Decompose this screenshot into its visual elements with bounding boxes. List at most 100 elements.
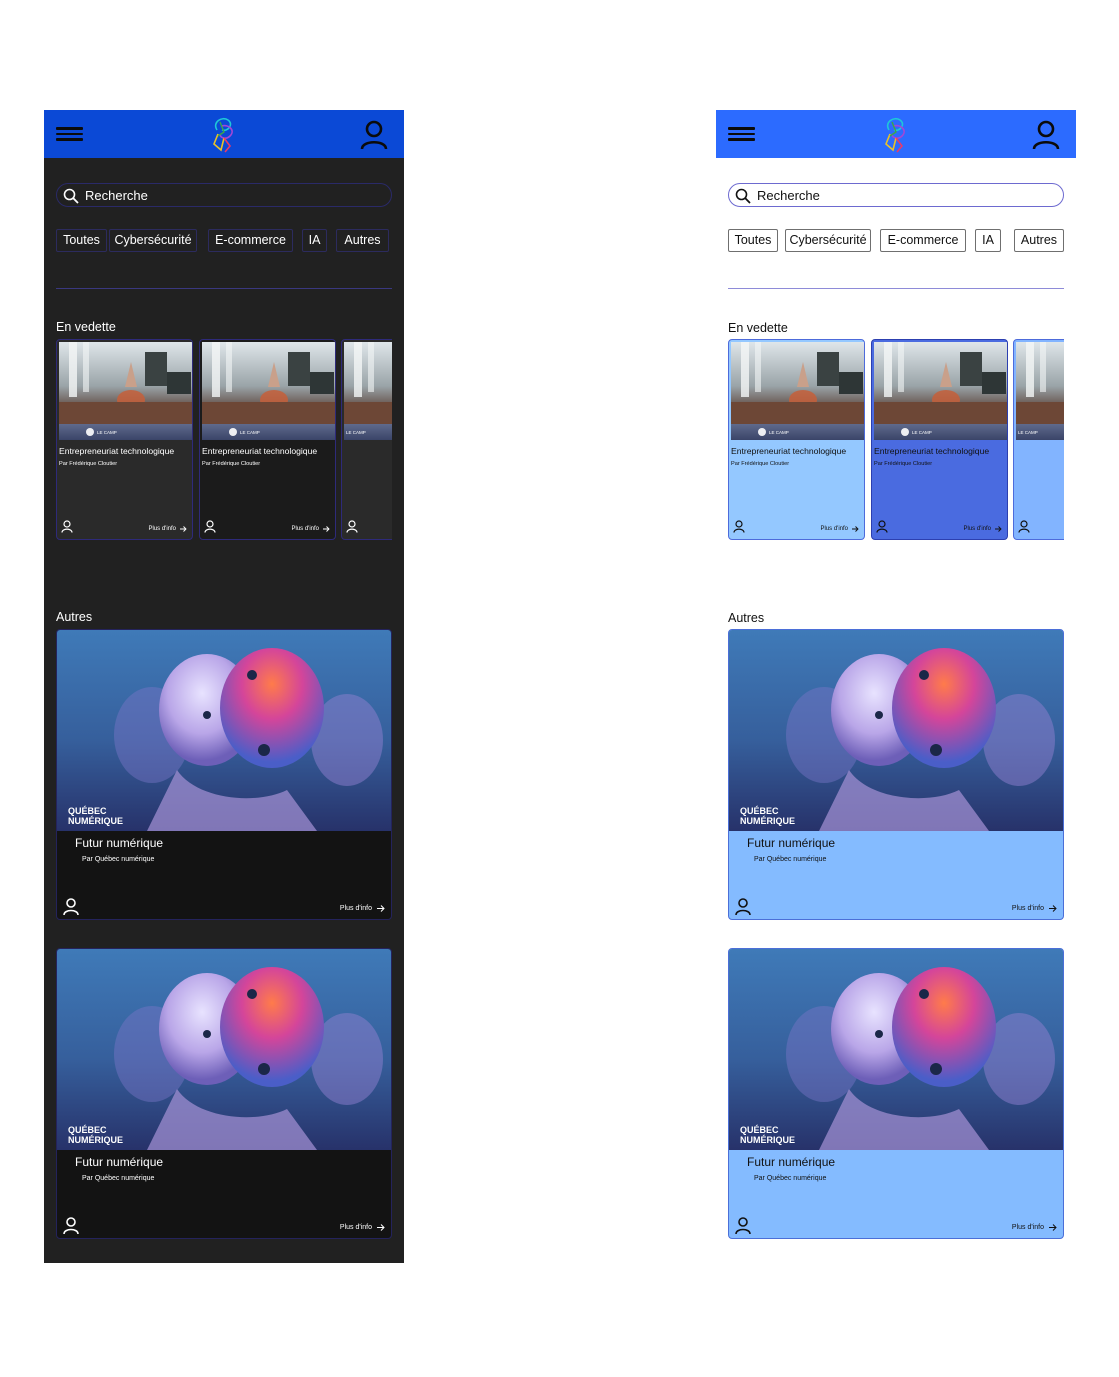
- app-logo[interactable]: [208, 116, 240, 154]
- card-image: LE CAMP: [874, 342, 1007, 440]
- card-image: LE CAMP: [1016, 342, 1064, 440]
- card-author: Par Frédérique Cloutier: [874, 461, 933, 467]
- person-icon: [346, 520, 358, 533]
- svg-text:QUÉBEC: QUÉBEC: [740, 806, 779, 816]
- more-info-link[interactable]: Plus d'info: [340, 1224, 385, 1231]
- card-title: Entrepreneuriat technologique: [731, 446, 847, 456]
- arrow-right-icon: [180, 526, 187, 532]
- featured-card-selected[interactable]: LE CAMP Entrepreneuriat technologique Pa…: [871, 339, 1008, 540]
- category-filters: Toutes Cybersécurité E-commerce IA Autre…: [56, 229, 396, 253]
- card-image: LE CAMP: [59, 342, 192, 440]
- card-author: Par Frédérique Cloutier: [202, 461, 261, 467]
- svg-text:LE CAMP: LE CAMP: [912, 430, 932, 435]
- top-app-bar: [716, 110, 1076, 158]
- hamburger-menu-icon[interactable]: [728, 127, 755, 141]
- card-title: Futur numérique: [75, 1155, 164, 1169]
- other-card[interactable]: QUÉBEC NUMÉRIQUE Futur numérique Par Qué…: [728, 948, 1064, 1239]
- svg-text:LE CAMP: LE CAMP: [97, 430, 117, 435]
- card-image: LE CAMP: [202, 342, 335, 440]
- arrow-right-icon: [852, 526, 859, 532]
- person-icon: [61, 520, 73, 533]
- section-title-others: Autres: [56, 610, 93, 624]
- other-card[interactable]: QUÉBEC NUMÉRIQUE Futur numérique Par Qué…: [56, 629, 392, 920]
- card-title: Entrepreneuriat technologique: [202, 446, 318, 456]
- section-divider: [728, 288, 1064, 289]
- dark-theme-screen: Toutes Cybersécurité E-commerce IA Autre…: [44, 110, 404, 1263]
- filter-chip-e-commerce[interactable]: E-commerce: [880, 229, 966, 252]
- svg-text:QUÉBEC: QUÉBEC: [68, 1125, 107, 1135]
- more-info-link[interactable]: Plus d'info: [1012, 905, 1057, 912]
- filter-chip-ia[interactable]: IA: [302, 229, 327, 252]
- featured-card-partial[interactable]: LE CAMP: [1013, 339, 1064, 540]
- card-image: LE CAMP: [731, 342, 864, 440]
- person-icon: [733, 520, 745, 533]
- arrow-right-icon: [1049, 1224, 1057, 1231]
- card-author: Par Québec numérique: [82, 1175, 155, 1182]
- search-icon: [63, 188, 79, 204]
- card-title: Futur numérique: [747, 836, 836, 850]
- person-icon: [876, 520, 888, 533]
- search-bar[interactable]: [728, 183, 1064, 207]
- svg-text:QUÉBEC: QUÉBEC: [740, 1125, 779, 1135]
- profile-icon[interactable]: [1032, 120, 1060, 150]
- svg-text:LE CAMP: LE CAMP: [346, 430, 366, 435]
- other-card[interactable]: QUÉBEC NUMÉRIQUE Futur numérique Par Qué…: [56, 948, 392, 1239]
- featured-carousel[interactable]: LE CAMP Entrepreneuriat technologique Pa…: [56, 339, 392, 541]
- svg-text:NUMÉRIQUE: NUMÉRIQUE: [68, 816, 123, 826]
- arrow-right-icon: [995, 526, 1002, 532]
- section-title-others: Autres: [728, 611, 765, 625]
- filter-chip-toutes[interactable]: Toutes: [56, 229, 107, 252]
- filter-chip-toutes[interactable]: Toutes: [728, 229, 778, 252]
- section-title-featured: En vedette: [728, 321, 788, 335]
- card-title: Entrepreneuriat technologique: [59, 446, 175, 456]
- search-icon: [735, 188, 751, 204]
- featured-carousel[interactable]: LE CAMP Entrepreneuriat technologique Pa…: [728, 339, 1064, 541]
- person-icon: [63, 1217, 79, 1235]
- featured-card[interactable]: LE CAMP Entrepreneuriat technologique Pa…: [199, 339, 336, 540]
- hamburger-menu-icon[interactable]: [56, 127, 83, 141]
- more-info-link[interactable]: Plus d'info: [340, 905, 385, 912]
- more-info-link[interactable]: Plus d'info: [1012, 1224, 1057, 1231]
- svg-text:LE CAMP: LE CAMP: [240, 430, 260, 435]
- top-app-bar: [44, 110, 404, 158]
- more-info-link[interactable]: Plus d'info: [821, 526, 860, 532]
- search-input[interactable]: [757, 187, 1047, 204]
- featured-card[interactable]: LE CAMP Entrepreneuriat technologique Pa…: [728, 339, 865, 540]
- filter-chip-ia[interactable]: IA: [975, 229, 1001, 252]
- arrow-right-icon: [377, 1224, 385, 1231]
- featured-card-partial[interactable]: LE CAMP: [341, 339, 392, 540]
- card-image: QUÉBEC NUMÉRIQUE: [57, 630, 391, 831]
- other-card[interactable]: QUÉBEC NUMÉRIQUE Futur numérique Par Qué…: [728, 629, 1064, 920]
- person-icon: [63, 898, 79, 916]
- card-author: Par Québec numérique: [754, 1175, 827, 1182]
- arrow-right-icon: [323, 526, 330, 532]
- card-title: Futur numérique: [747, 1155, 836, 1169]
- filter-chip-autres[interactable]: Autres: [336, 229, 389, 252]
- svg-text:QUÉBEC: QUÉBEC: [68, 806, 107, 816]
- profile-icon[interactable]: [360, 120, 388, 150]
- card-title: Futur numérique: [75, 836, 164, 850]
- person-icon: [204, 520, 216, 533]
- more-info-link[interactable]: Plus d'info: [149, 526, 188, 532]
- search-bar[interactable]: [56, 183, 392, 207]
- search-input[interactable]: [85, 187, 375, 204]
- card-title: Entrepreneuriat technologique: [874, 446, 990, 456]
- svg-text:LE CAMP: LE CAMP: [769, 430, 789, 435]
- filter-chip-cybersecurite[interactable]: Cybersécurité: [109, 229, 197, 252]
- filter-chip-autres[interactable]: Autres: [1014, 229, 1064, 252]
- filter-chip-cybersecurite[interactable]: Cybersécurité: [785, 229, 871, 252]
- card-image: QUÉBEC NUMÉRIQUE: [729, 949, 1063, 1150]
- filter-chip-e-commerce[interactable]: E-commerce: [208, 229, 293, 252]
- card-image: LE CAMP: [344, 342, 392, 440]
- app-logo[interactable]: [880, 116, 912, 154]
- svg-text:LE CAMP: LE CAMP: [1018, 430, 1038, 435]
- card-author: Par Frédérique Cloutier: [59, 461, 118, 467]
- more-info-link[interactable]: Plus d'info: [964, 526, 1003, 532]
- card-image: QUÉBEC NUMÉRIQUE: [57, 949, 391, 1150]
- featured-card[interactable]: LE CAMP Entrepreneuriat technologique Pa…: [56, 339, 193, 540]
- person-icon: [735, 898, 751, 916]
- category-filters: Toutes Cybersécurité E-commerce IA Autre…: [728, 229, 1068, 253]
- light-theme-screen: Toutes Cybersécurité E-commerce IA Autre…: [716, 110, 1076, 1240]
- more-info-link[interactable]: Plus d'info: [292, 526, 331, 532]
- person-icon: [735, 1217, 751, 1235]
